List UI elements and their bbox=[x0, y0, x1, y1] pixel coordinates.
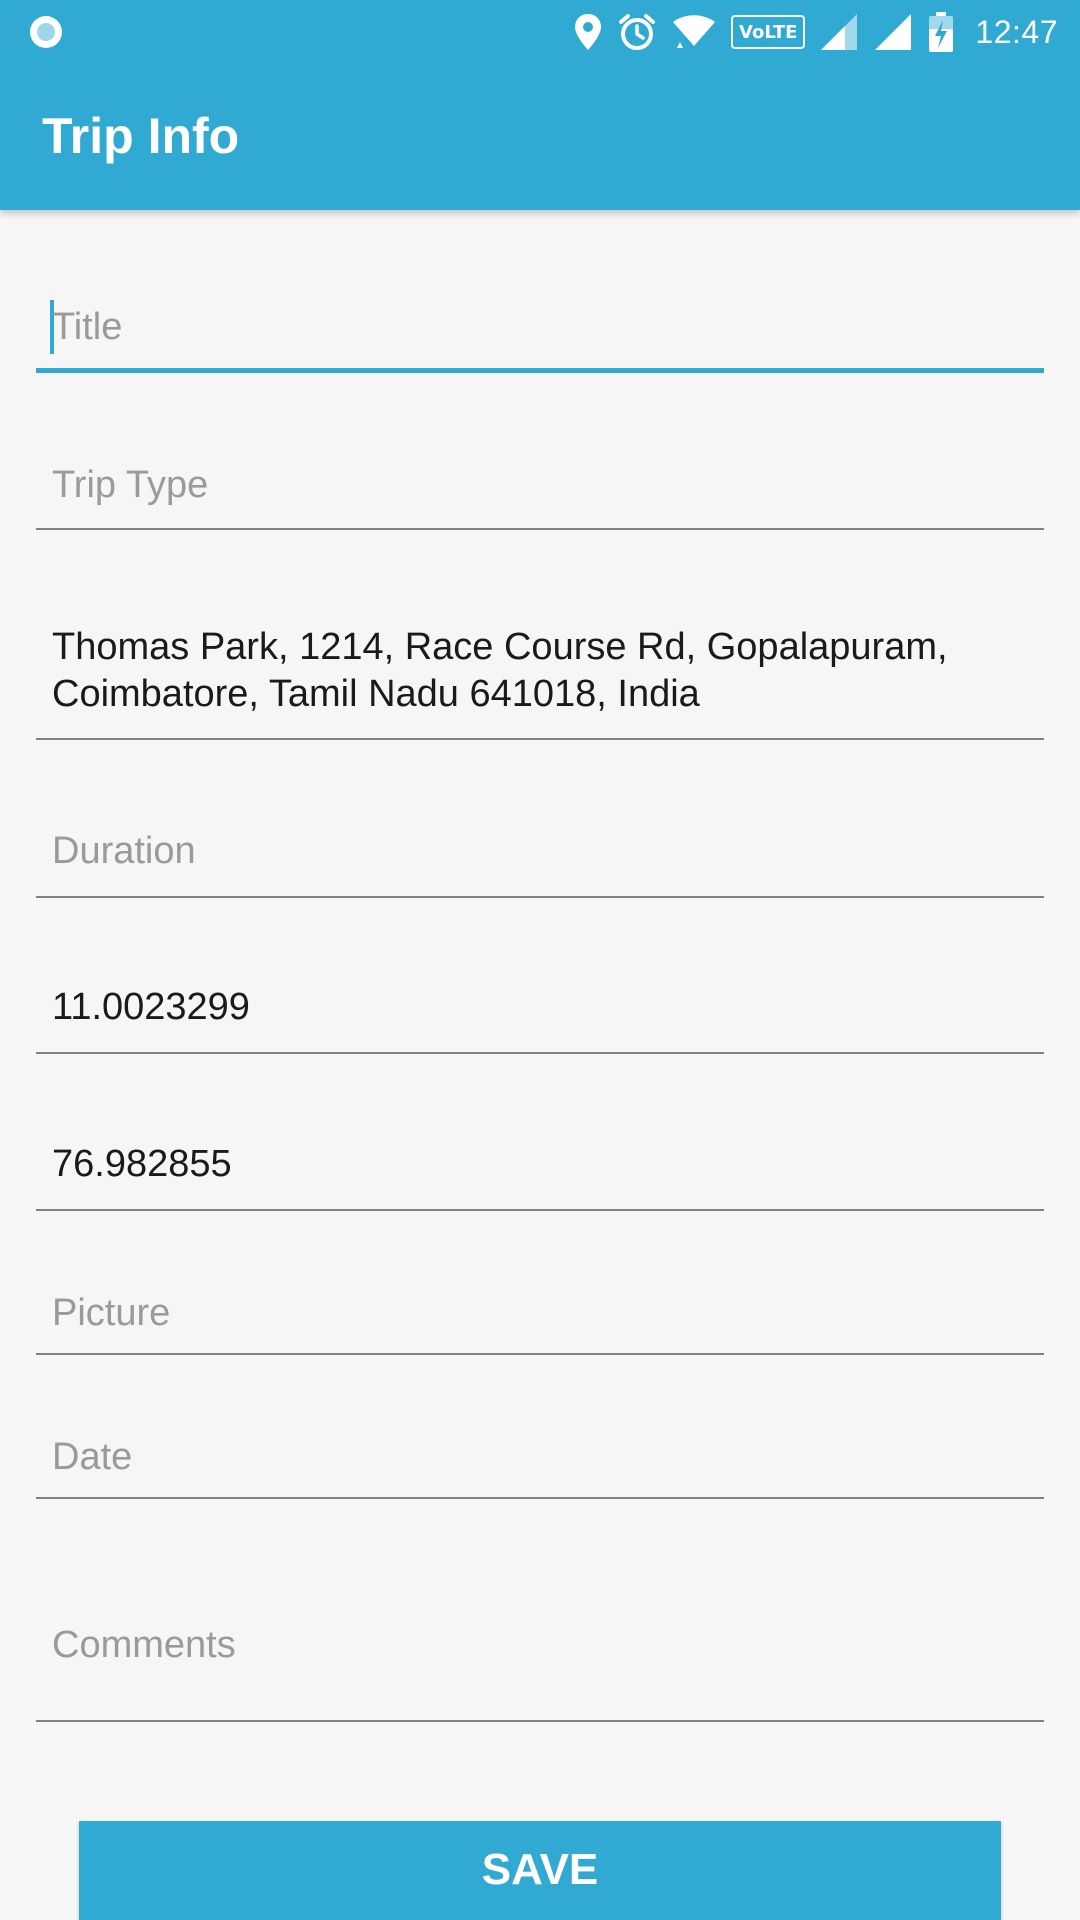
notification-dot-icon bbox=[30, 16, 62, 48]
comments-input[interactable]: Comments bbox=[36, 1594, 1044, 1722]
longitude-input[interactable]: 76.982855 bbox=[36, 1133, 1044, 1211]
address-value: Thomas Park, 1214, Race Course Rd, Gopal… bbox=[52, 626, 948, 715]
app-bar: Trip Info bbox=[0, 63, 1080, 210]
date-input[interactable]: Date bbox=[36, 1434, 1044, 1499]
location-icon bbox=[575, 14, 602, 50]
signal-icon bbox=[821, 14, 858, 50]
longitude-value: 76.982855 bbox=[52, 1143, 232, 1185]
comments-placeholder: Comments bbox=[52, 1624, 236, 1666]
trip-type-input[interactable]: Trip Type bbox=[36, 452, 1044, 530]
picture-placeholder: Picture bbox=[52, 1292, 171, 1334]
trip-info-screen: VoLTE 12:47 Trip Info Title Trip Type Th… bbox=[0, 0, 1080, 1920]
title-placeholder: Title bbox=[52, 306, 123, 348]
title-input[interactable]: Title bbox=[36, 296, 1044, 373]
duration-input[interactable]: Duration bbox=[36, 820, 1044, 898]
status-bar: VoLTE 12:47 bbox=[0, 0, 1080, 63]
save-button-label: SAVE bbox=[481, 1845, 599, 1894]
trip-type-placeholder: Trip Type bbox=[52, 464, 209, 506]
signal-icon bbox=[875, 14, 912, 50]
page-title: Trip Info bbox=[42, 108, 240, 164]
wifi-icon bbox=[673, 15, 716, 48]
address-input[interactable]: Thomas Park, 1214, Race Course Rd, Gopal… bbox=[36, 612, 1044, 740]
picture-input[interactable]: Picture bbox=[36, 1290, 1044, 1355]
alarm-icon bbox=[619, 14, 656, 50]
date-placeholder: Date bbox=[52, 1436, 133, 1478]
save-button[interactable]: SAVE bbox=[79, 1821, 1001, 1920]
battery-charging-icon bbox=[929, 12, 954, 52]
duration-placeholder: Duration bbox=[52, 830, 196, 872]
status-icons: VoLTE 12:47 bbox=[573, 8, 1058, 56]
volte-icon: VoLTE bbox=[731, 15, 806, 49]
latitude-input[interactable]: 11.0023299 bbox=[36, 976, 1044, 1054]
status-time: 12:47 bbox=[975, 13, 1058, 50]
latitude-value: 11.0023299 bbox=[52, 986, 250, 1028]
